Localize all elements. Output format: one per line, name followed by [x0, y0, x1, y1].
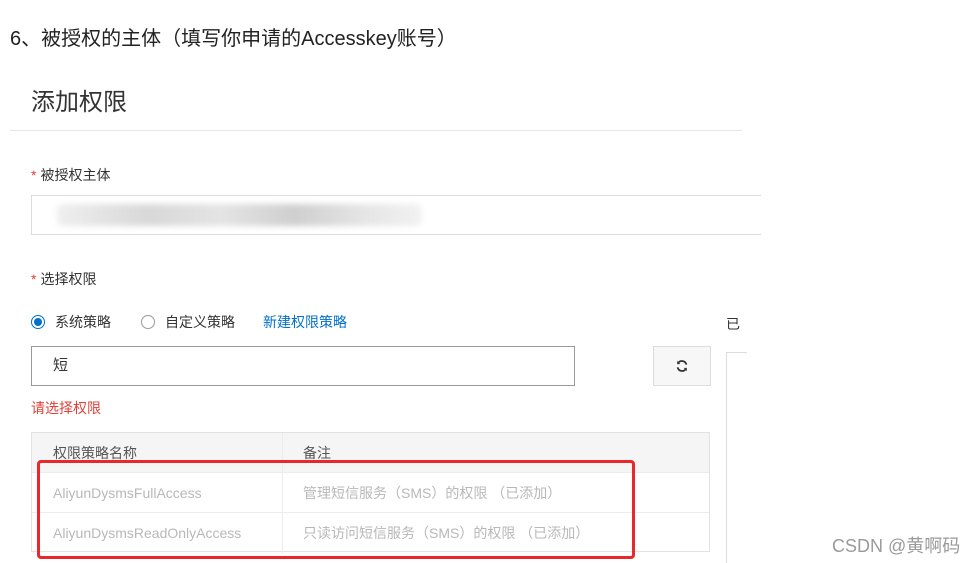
selected-panel: [726, 352, 747, 563]
annotation-highlight-box: [37, 460, 635, 559]
system-policy-label[interactable]: 系统策略: [55, 312, 111, 332]
refresh-icon: [676, 360, 688, 372]
principal-label-text: 被授权主体: [40, 167, 111, 183]
permission-label: * 选择权限: [31, 269, 96, 289]
principal-label: * 被授权主体: [31, 165, 110, 185]
policy-search-input[interactable]: 短: [31, 346, 575, 386]
permission-label-text: 选择权限: [40, 271, 97, 287]
policy-type-group: 系统策略 自定义策略 新建权限策略: [31, 312, 347, 332]
validation-error: 请选择权限: [31, 400, 101, 416]
principal-input[interactable]: [31, 195, 761, 235]
refresh-button[interactable]: [653, 346, 711, 386]
watermark: CSDN @黄啊码: [832, 536, 961, 556]
step-heading: 6、被授权的主体（填写你申请的Accesskey账号）: [10, 28, 457, 50]
required-mark: *: [31, 167, 37, 183]
title-divider: [10, 130, 742, 131]
required-mark: *: [31, 271, 37, 287]
custom-policy-radio[interactable]: [141, 315, 155, 329]
custom-policy-label[interactable]: 自定义策略: [165, 312, 235, 332]
redacted-value: [57, 204, 422, 226]
dialog-title: 添加权限: [31, 89, 127, 116]
system-policy-radio[interactable]: [31, 315, 45, 329]
selected-panel-label: 已: [726, 316, 740, 332]
new-policy-link[interactable]: 新建权限策略: [263, 312, 347, 332]
